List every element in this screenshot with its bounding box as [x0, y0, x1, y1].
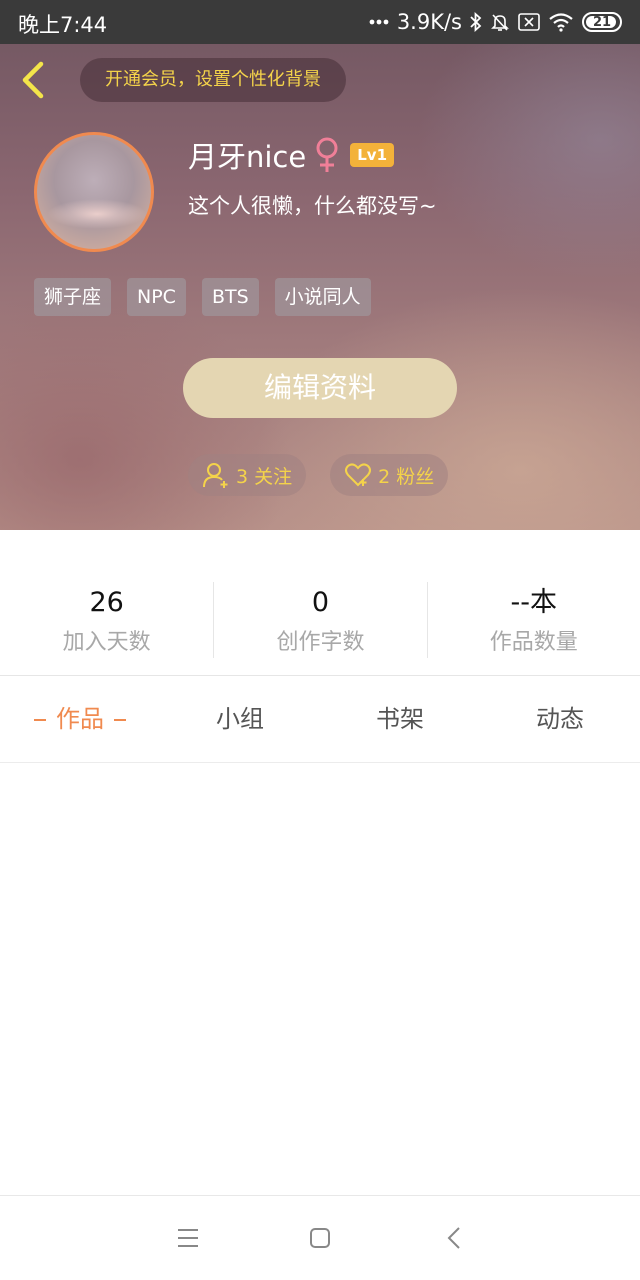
profile-header: 晚上7:44 3.9K/s 21 开通会员，设置个性化背景 月牙nice Lv1… — [0, 0, 640, 530]
tag[interactable]: 小说同人 — [274, 278, 371, 316]
tab-indicator — [114, 719, 126, 721]
tab-bookshelf[interactable]: 书架 — [320, 676, 480, 762]
stat-value: --本 — [510, 587, 557, 618]
back-button[interactable] — [16, 58, 52, 102]
tab-works[interactable]: 作品 — [0, 676, 160, 762]
add-user-icon — [203, 463, 228, 488]
tab-label: 小组 — [216, 705, 264, 733]
tab-label: 书架 — [376, 705, 424, 733]
system-back-button[interactable] — [440, 1224, 468, 1252]
network-speed: 3.9K/s — [396, 10, 462, 34]
chevron-left-icon — [22, 61, 44, 99]
home-icon — [310, 1228, 330, 1248]
stat-label: 创作字数 — [276, 630, 365, 655]
tab-label: 作品 — [56, 705, 104, 733]
status-bar: 晚上7:44 3.9K/s 21 — [0, 0, 640, 44]
back-icon — [447, 1227, 460, 1249]
tag[interactable]: 狮子座 — [34, 278, 112, 316]
stat-label: 作品数量 — [489, 630, 578, 655]
stat-label: 加入天数 — [62, 630, 151, 655]
bluetooth-icon — [470, 12, 482, 32]
follow-stats: 3 关注 2 粉丝 — [188, 454, 449, 496]
tag-list: 狮子座 NPC BTS 小说同人 — [34, 278, 371, 316]
tab-activity[interactable]: 动态 — [480, 676, 640, 762]
stat-join-days: 26 加入天数 — [0, 582, 213, 658]
stat-value: 26 — [89, 587, 124, 618]
status-time: 晚上7:44 — [18, 13, 108, 37]
stats-row: 26 加入天数 0 创作字数 --本 作品数量 — [0, 582, 640, 658]
edit-profile-button[interactable]: 编辑资料 — [183, 358, 457, 418]
home-button[interactable] — [306, 1224, 334, 1252]
mute-icon — [490, 12, 510, 32]
vip-banner[interactable]: 开通会员，设置个性化背景 — [80, 58, 346, 102]
avatar[interactable] — [34, 132, 154, 252]
level-badge: Lv1 — [350, 143, 395, 167]
status-icons: 3.9K/s 21 — [369, 9, 622, 35]
stat-value: 0 — [311, 587, 330, 618]
followers-button[interactable]: 2 粉丝 — [330, 454, 449, 496]
tab-bar: 作品 小组 书架 动态 — [0, 676, 640, 762]
battery-icon: 21 — [582, 12, 622, 32]
username-row: 月牙nice Lv1 — [188, 134, 395, 176]
divider — [0, 762, 640, 763]
female-icon — [314, 137, 340, 173]
tag[interactable]: NPC — [127, 278, 186, 316]
dots-icon — [369, 19, 389, 25]
menu-icon — [178, 1229, 198, 1247]
stat-word-count: 0 创作字数 — [213, 582, 426, 658]
avatar-image — [47, 199, 147, 229]
stat-works-count: --本 作品数量 — [426, 582, 640, 658]
battery-level: 21 — [592, 14, 612, 30]
tab-groups[interactable]: 小组 — [160, 676, 320, 762]
tab-label: 动态 — [536, 705, 584, 733]
tab-indicator — [34, 719, 46, 721]
username: 月牙nice — [188, 140, 307, 174]
sim-icon — [518, 13, 540, 31]
wifi-icon — [548, 12, 574, 32]
tag[interactable]: BTS — [201, 278, 259, 316]
menu-button[interactable] — [174, 1224, 202, 1252]
bio: 这个人很懒，什么都没写~ — [188, 194, 437, 218]
followers-count: 2 粉丝 — [378, 465, 435, 488]
heart-icon — [345, 463, 372, 487]
system-nav-bar — [0, 1195, 640, 1280]
following-count: 3 关注 — [236, 465, 293, 488]
following-button[interactable]: 3 关注 — [188, 454, 307, 496]
